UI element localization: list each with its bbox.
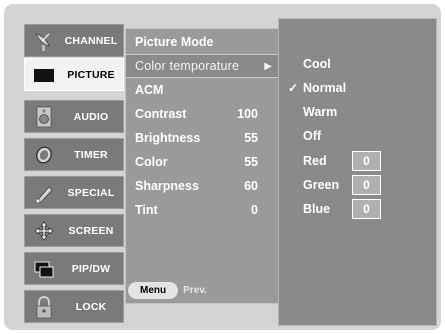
option-label: Off	[303, 129, 322, 143]
option-label: Blue	[303, 202, 331, 216]
menu-item-label: Tint	[135, 203, 158, 217]
tab-label: SPECIAL	[67, 186, 115, 199]
menu-item-value: 55	[244, 131, 258, 145]
tab-audio[interactable]: AUDIO	[24, 100, 124, 133]
tab-special[interactable]: SPECIAL	[24, 176, 124, 209]
menu-button[interactable]: Menu	[128, 281, 179, 299]
speaker-icon	[25, 101, 63, 132]
menu-item-label: Color	[135, 155, 168, 169]
color-temperature-submenu: Cool ✓ Normal Warm Off Red 0 Green 0 Blu…	[278, 18, 437, 326]
green-value-box[interactable]: 0	[352, 175, 381, 195]
option-label: Cool	[303, 57, 331, 71]
padlock-icon	[25, 291, 63, 322]
green-adjust[interactable]: Green 0	[279, 174, 381, 196]
menu-item-label: ACM	[135, 83, 164, 97]
menu-item-acm[interactable]: ACM	[126, 79, 278, 101]
option-label: Normal	[303, 81, 347, 95]
tab-label: TIMER	[74, 148, 108, 161]
osd-panel: CHANNEL PICTURE AUDIO TIMER SPECIAL SCRE…	[4, 4, 441, 330]
tab-pip-dw[interactable]: PIP/DW	[24, 252, 124, 285]
option-warm[interactable]: Warm	[279, 101, 349, 123]
tab-channel[interactable]: CHANNEL	[24, 24, 124, 57]
menu-item-label: Picture Mode	[135, 35, 214, 49]
move-arrows-icon	[25, 215, 63, 246]
option-label: Warm	[303, 105, 338, 119]
option-label: Green	[303, 178, 340, 192]
option-label: Red	[303, 154, 327, 168]
menu-item-label: Brightness	[135, 131, 201, 145]
divider	[126, 77, 278, 78]
menu-item-tint[interactable]: Tint 0	[126, 199, 278, 221]
picture-menu: Picture Mode Color temporature ▶ ACM Con…	[125, 28, 278, 304]
menu-item-color[interactable]: Color 55	[126, 151, 278, 173]
menu-item-sharpness[interactable]: Sharpness 60	[126, 175, 278, 197]
arrow-right-icon: ▶	[264, 60, 272, 72]
menu-item-color-temperature[interactable]: Color temporature ▶	[126, 55, 278, 77]
blue-adjust[interactable]: Blue 0	[279, 198, 381, 220]
menu-item-brightness[interactable]: Brightness 55	[126, 127, 278, 149]
tab-label: LOCK	[75, 300, 107, 313]
menu-item-value: 0	[251, 203, 258, 217]
tab-screen[interactable]: SCREEN	[24, 214, 124, 247]
blue-value-box[interactable]: 0	[352, 199, 381, 219]
menu-item-picture-mode[interactable]: Picture Mode	[126, 31, 278, 53]
option-cool[interactable]: Cool	[279, 53, 349, 75]
tab-label: SCREEN	[68, 224, 114, 237]
option-off[interactable]: Off	[279, 125, 349, 147]
menu-item-value: 55	[244, 155, 258, 169]
red-value-box[interactable]: 0	[352, 151, 381, 171]
prev-label: Prev.	[183, 284, 207, 296]
tab-label: PICTURE	[67, 68, 115, 81]
tab-label: CHANNEL	[64, 34, 118, 47]
menu-item-label: Color temporature	[135, 59, 240, 73]
red-adjust[interactable]: Red 0	[279, 150, 381, 172]
option-normal[interactable]: ✓ Normal	[279, 77, 349, 99]
tab-lock[interactable]: LOCK	[24, 290, 124, 323]
checkmark-icon: ✓	[287, 81, 298, 95]
clock-icon	[25, 139, 63, 170]
pip-windows-icon	[25, 253, 63, 284]
tab-timer[interactable]: TIMER	[24, 138, 124, 171]
navigation-hint: Menu Prev.	[128, 281, 207, 299]
menu-item-label: Sharpness	[135, 179, 199, 193]
tab-picture[interactable]: PICTURE	[24, 58, 124, 91]
satellite-dish-icon	[25, 25, 63, 56]
pencil-icon	[25, 177, 63, 208]
tab-label: PIP/DW	[71, 262, 111, 275]
menu-item-contrast[interactable]: Contrast 100	[126, 103, 278, 125]
tab-label: AUDIO	[73, 110, 109, 123]
tv-screen-icon	[25, 59, 63, 90]
menu-item-value: 60	[244, 179, 258, 193]
menu-item-label: Contrast	[135, 107, 187, 121]
menu-item-value: 100	[237, 107, 258, 121]
